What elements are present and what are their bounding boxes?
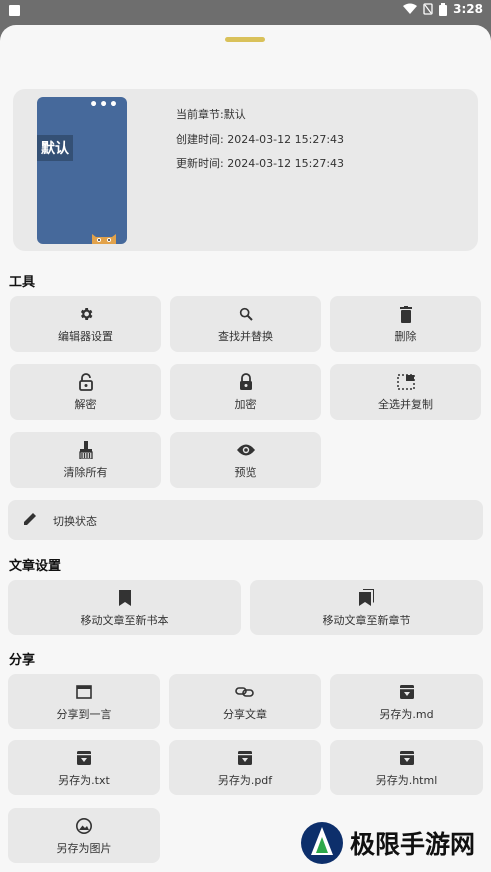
image-icon <box>76 817 92 834</box>
battery-icon <box>439 2 448 16</box>
window-icon <box>76 684 92 699</box>
editor-settings-button[interactable]: 编辑器设置 <box>10 296 161 352</box>
toggle-state-label: 切换状态 <box>53 515 97 528</box>
notification-icon <box>9 5 20 16</box>
bookmark-icon <box>118 589 131 606</box>
drag-handle[interactable] <box>225 37 265 42</box>
clear-all-button[interactable]: 清除所有 <box>10 432 161 488</box>
archive-download-icon <box>238 750 252 765</box>
save-image-button[interactable]: 另存为图片 <box>8 808 160 863</box>
wifi-icon <box>403 3 418 14</box>
archive-download-icon <box>77 750 91 765</box>
status-bar: 3:28 <box>0 0 491 22</box>
encrypt-label: 加密 <box>234 398 257 411</box>
delete-button[interactable]: 删除 <box>330 296 481 352</box>
share-to-yiyan-button[interactable]: 分享到一言 <box>8 674 160 729</box>
decrypt-button[interactable]: 解密 <box>10 364 161 420</box>
decrypt-label: 解密 <box>74 398 97 411</box>
save-txt-button[interactable]: 另存为.txt <box>8 740 160 795</box>
save-md-button[interactable]: 另存为.md <box>330 674 483 729</box>
status-time: 3:28 <box>453 2 483 16</box>
save-pdf-button[interactable]: 另存为.pdf <box>169 740 321 795</box>
preview-label: 预览 <box>234 466 257 479</box>
cat-mascot-icon <box>92 234 116 244</box>
created-time: 创建时间: 2024-03-12 15:27:43 <box>176 133 345 146</box>
watermark: 极限手游网 <box>300 821 475 865</box>
watermark-logo-icon <box>301 822 343 864</box>
unlock-icon <box>78 373 93 391</box>
bookmarks-icon <box>359 589 374 606</box>
move-to-book-button[interactable]: 移动文章至新书本 <box>8 580 241 635</box>
move-to-chapter-button[interactable]: 移动文章至新章节 <box>250 580 483 635</box>
save-image-label: 另存为图片 <box>56 841 112 855</box>
encrypt-button[interactable]: 加密 <box>170 364 321 420</box>
delete-label: 删除 <box>394 330 417 343</box>
article-info-card: ••• 默认 当前章节:默认 创建时间: 2024-03-12 15:27:43… <box>13 89 478 251</box>
more-icon[interactable]: ••• <box>89 97 119 113</box>
section-share-title: 分享 <box>9 653 36 668</box>
save-html-label: 另存为.html <box>375 773 438 787</box>
share-article-button[interactable]: 分享文章 <box>169 674 321 729</box>
article-cover[interactable]: ••• 默认 <box>37 97 127 244</box>
no-sim-icon <box>423 3 433 15</box>
archive-download-icon <box>399 684 414 699</box>
find-replace-label: 查找并替换 <box>218 330 273 343</box>
find-replace-button[interactable]: 查找并替换 <box>170 296 321 352</box>
select-all-copy-button[interactable]: 全选并复制 <box>330 364 481 420</box>
updated-time: 更新时间: 2024-03-12 15:27:43 <box>176 157 345 170</box>
clear-all-label: 清除所有 <box>63 466 108 479</box>
archive-download-icon <box>399 750 414 765</box>
trash-icon <box>399 305 412 323</box>
save-html-button[interactable]: 另存为.html <box>330 740 483 795</box>
save-md-label: 另存为.md <box>379 707 434 721</box>
share-to-yiyan-label: 分享到一言 <box>56 707 112 721</box>
share-article-label: 分享文章 <box>223 707 267 721</box>
gear-icon <box>80 308 92 320</box>
current-chapter: 当前章节:默认 <box>176 108 246 121</box>
save-pdf-label: 另存为.pdf <box>217 773 273 787</box>
move-to-book-label: 移动文章至新书本 <box>80 613 169 627</box>
broom-icon <box>78 441 93 459</box>
eye-icon <box>236 444 255 456</box>
cover-title: 默认 <box>37 135 73 161</box>
status-icons: 3:28 <box>403 2 483 16</box>
save-txt-label: 另存为.txt <box>58 773 110 787</box>
select-all-icon <box>396 374 415 390</box>
section-article-title: 文章设置 <box>9 559 62 574</box>
section-tools-title: 工具 <box>9 275 36 290</box>
search-icon <box>239 307 253 321</box>
move-to-chapter-label: 移动文章至新章节 <box>322 613 411 627</box>
pencil-icon <box>24 513 36 525</box>
lock-icon <box>239 373 252 390</box>
select-all-copy-label: 全选并复制 <box>378 398 433 411</box>
watermark-text: 极限手游网 <box>350 830 476 859</box>
editor-settings-label: 编辑器设置 <box>58 330 113 343</box>
preview-button[interactable]: 预览 <box>170 432 321 488</box>
toggle-state-button[interactable]: 切换状态 <box>8 500 483 540</box>
bottom-sheet: ••• 默认 当前章节:默认 创建时间: 2024-03-12 15:27:43… <box>0 25 491 872</box>
link-icon <box>235 686 254 697</box>
